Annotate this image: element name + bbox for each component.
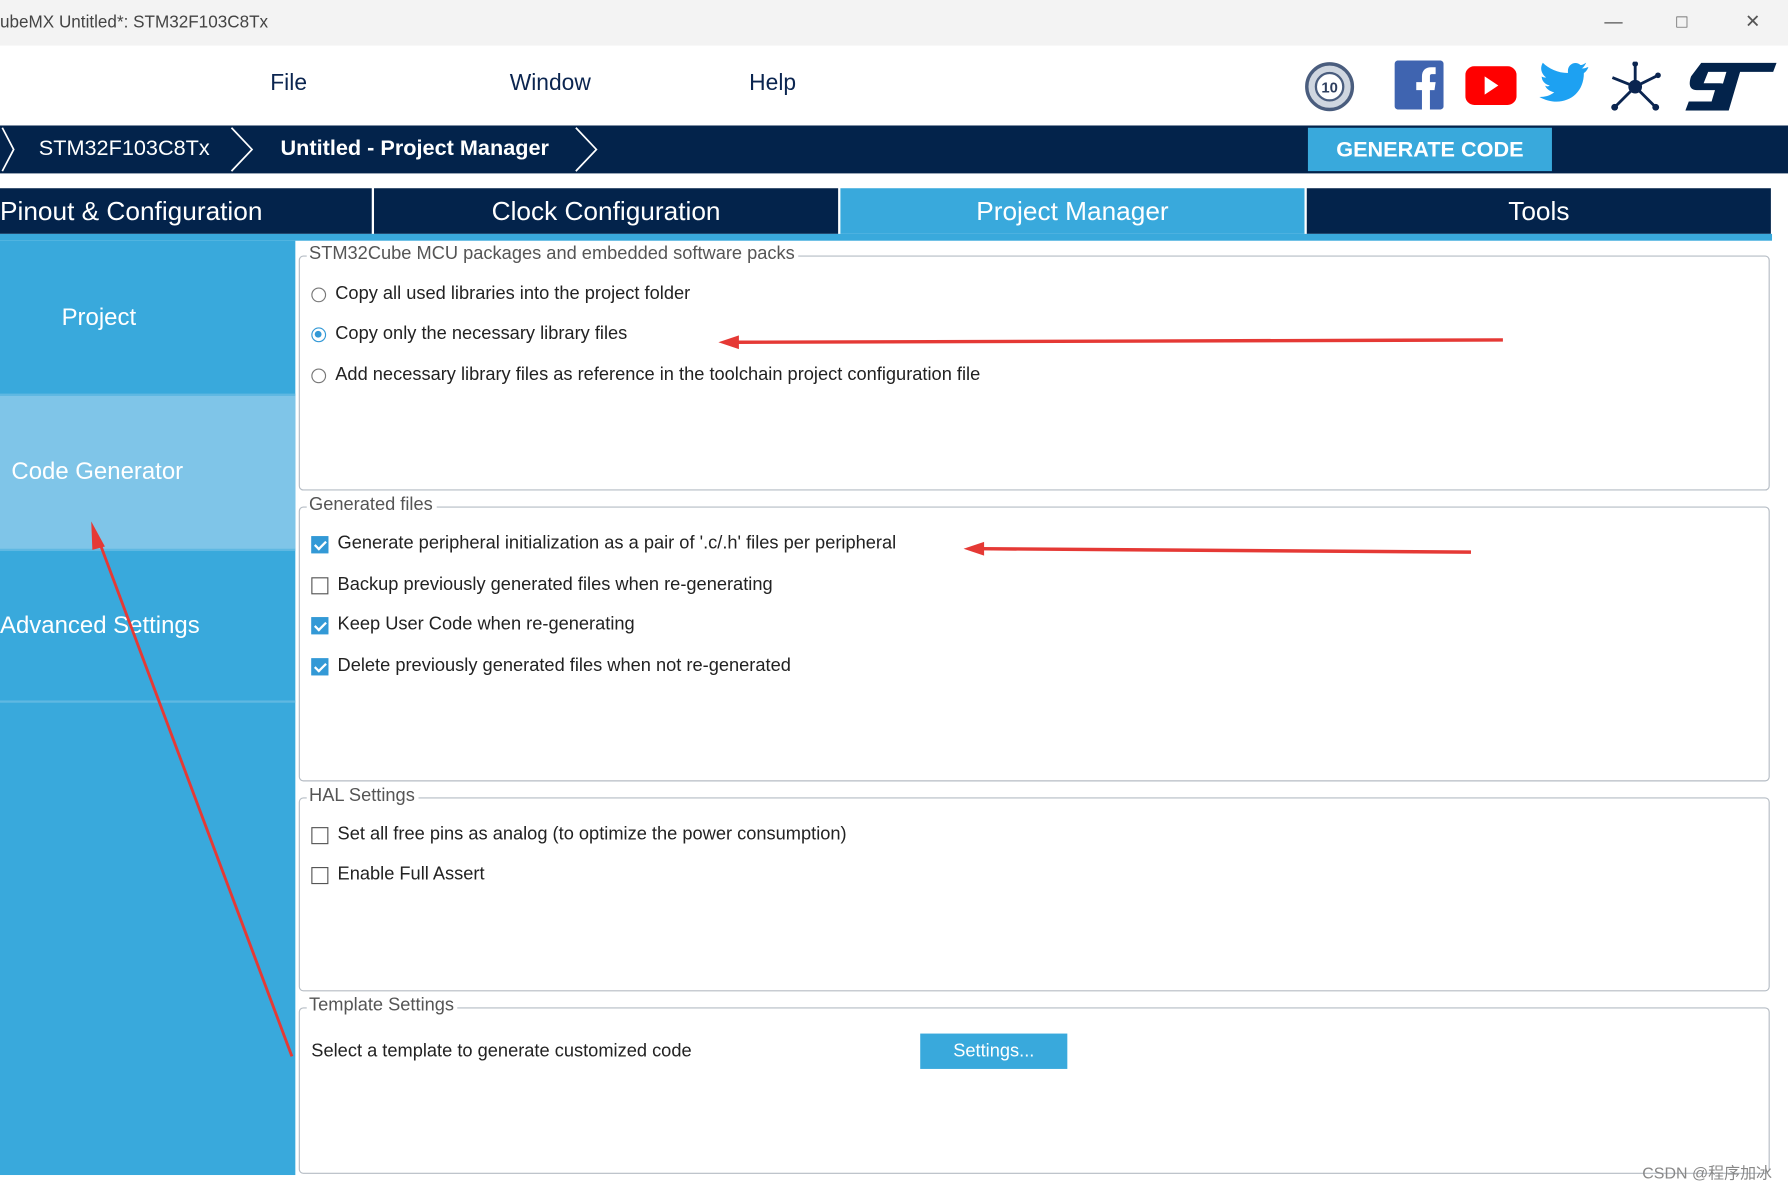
option-label: Generate peripheral initialization as a …: [337, 533, 897, 554]
template-settings-group: Template Settings Select a template to g…: [298, 995, 1770, 1174]
watermark: CSDN @程序加冰: [1642, 1163, 1773, 1182]
option-label: Add necessary library files as reference…: [335, 365, 981, 385]
title-bar: ubeMX Untitled*: STM32F103C8Tx — □ ✕: [0, 0, 1788, 46]
tab-pinout-configuration[interactable]: Pinout & Configuration: [0, 188, 372, 234]
tab-tools[interactable]: Tools: [1306, 188, 1771, 234]
radio-add-as-reference[interactable]: Add necessary library files as reference…: [311, 365, 980, 386]
checkbox-generate-peripheral-pairs[interactable]: Generate peripheral initialization as a …: [311, 534, 896, 555]
sidebar-item-label: Code Generator: [11, 458, 184, 485]
window-title: ubeMX Untitled*: STM32F103C8Tx: [0, 12, 269, 32]
generate-code-button[interactable]: GENERATE CODE: [1307, 127, 1552, 172]
tab-underline: [0, 233, 1773, 241]
sidebar-item-advanced-settings[interactable]: Advanced Settings: [0, 551, 296, 703]
settings-button[interactable]: Settings...: [920, 1033, 1068, 1069]
sidebar: Project Code Generator Advanced Settings: [0, 240, 296, 1176]
group-title: Generated files: [306, 495, 437, 516]
template-description: Select a template to generate customized…: [311, 1041, 692, 1061]
svg-text:10: 10: [1321, 80, 1337, 96]
checkbox-free-pins-analog[interactable]: Set all free pins as analog (to optimize…: [311, 824, 847, 846]
main-tabs: Pinout & Configuration Clock Configurati…: [0, 188, 1788, 234]
tab-clock-configuration[interactable]: Clock Configuration: [374, 188, 839, 234]
option-label: Copy all used libraries into the project…: [335, 284, 691, 304]
hal-settings-group: HAL Settings Set all free pins as analog…: [298, 786, 1770, 992]
anniversary-10-years-icon[interactable]: 10: [1303, 60, 1355, 112]
option-label: Set all free pins as analog (to optimize…: [337, 824, 847, 845]
option-label: Enable Full Assert: [337, 864, 485, 885]
close-icon[interactable]: ✕: [1736, 9, 1770, 36]
packages-group: STM32Cube MCU packages and embedded soft…: [298, 244, 1770, 491]
checkbox-backup-files[interactable]: Backup previously generated files when r…: [311, 574, 773, 596]
group-title: STM32Cube MCU packages and embedded soft…: [306, 244, 799, 265]
option-label: Backup previously generated files when r…: [337, 574, 773, 595]
facebook-icon[interactable]: [1394, 60, 1444, 110]
sidebar-item-project[interactable]: Project: [0, 243, 296, 396]
menu-bar: File Window Help 10: [0, 45, 1788, 126]
checkbox-keep-user-code[interactable]: Keep User Code when re-generating: [311, 614, 635, 636]
sidebar-item-code-generator[interactable]: Code Generator: [0, 395, 296, 552]
menu-window[interactable]: Window: [510, 71, 591, 97]
st-logo: [1685, 62, 1777, 111]
breadcrumb-mcu[interactable]: STM32F103C8Tx: [39, 137, 210, 162]
radio-copy-necessary-files[interactable]: Copy only the necessary library files: [311, 324, 627, 345]
breadcrumb-project[interactable]: Untitled - Project Manager: [281, 137, 549, 162]
maximize-icon[interactable]: □: [1665, 9, 1699, 36]
checkbox-delete-old-files[interactable]: Delete previously generated files when n…: [311, 656, 791, 677]
option-label: Keep User Code when re-generating: [337, 614, 635, 635]
menu-help[interactable]: Help: [749, 71, 796, 97]
menu-file[interactable]: File: [270, 71, 307, 97]
option-label: Delete previously generated files when n…: [337, 655, 791, 676]
option-label: Copy only the necessary library files: [335, 323, 628, 344]
checkbox-full-assert[interactable]: Enable Full Assert: [311, 864, 485, 886]
youtube-icon[interactable]: [1465, 66, 1517, 105]
sidebar-item-label: Advanced Settings: [0, 612, 200, 639]
tab-project-manager[interactable]: Project Manager: [840, 188, 1305, 234]
group-title: HAL Settings: [306, 786, 419, 807]
breadcrumb: STM32F103C8Tx Untitled - Project Manager…: [0, 125, 1788, 174]
radio-copy-all-libraries[interactable]: Copy all used libraries into the project…: [311, 284, 690, 305]
sidebar-item-label: Project: [61, 304, 137, 331]
twitter-icon[interactable]: [1537, 62, 1589, 108]
network-icon[interactable]: [1608, 61, 1663, 112]
minimize-icon[interactable]: —: [1596, 9, 1630, 36]
generated-files-group: Generated files Generate peripheral init…: [298, 495, 1770, 782]
group-title: Template Settings: [306, 995, 458, 1017]
